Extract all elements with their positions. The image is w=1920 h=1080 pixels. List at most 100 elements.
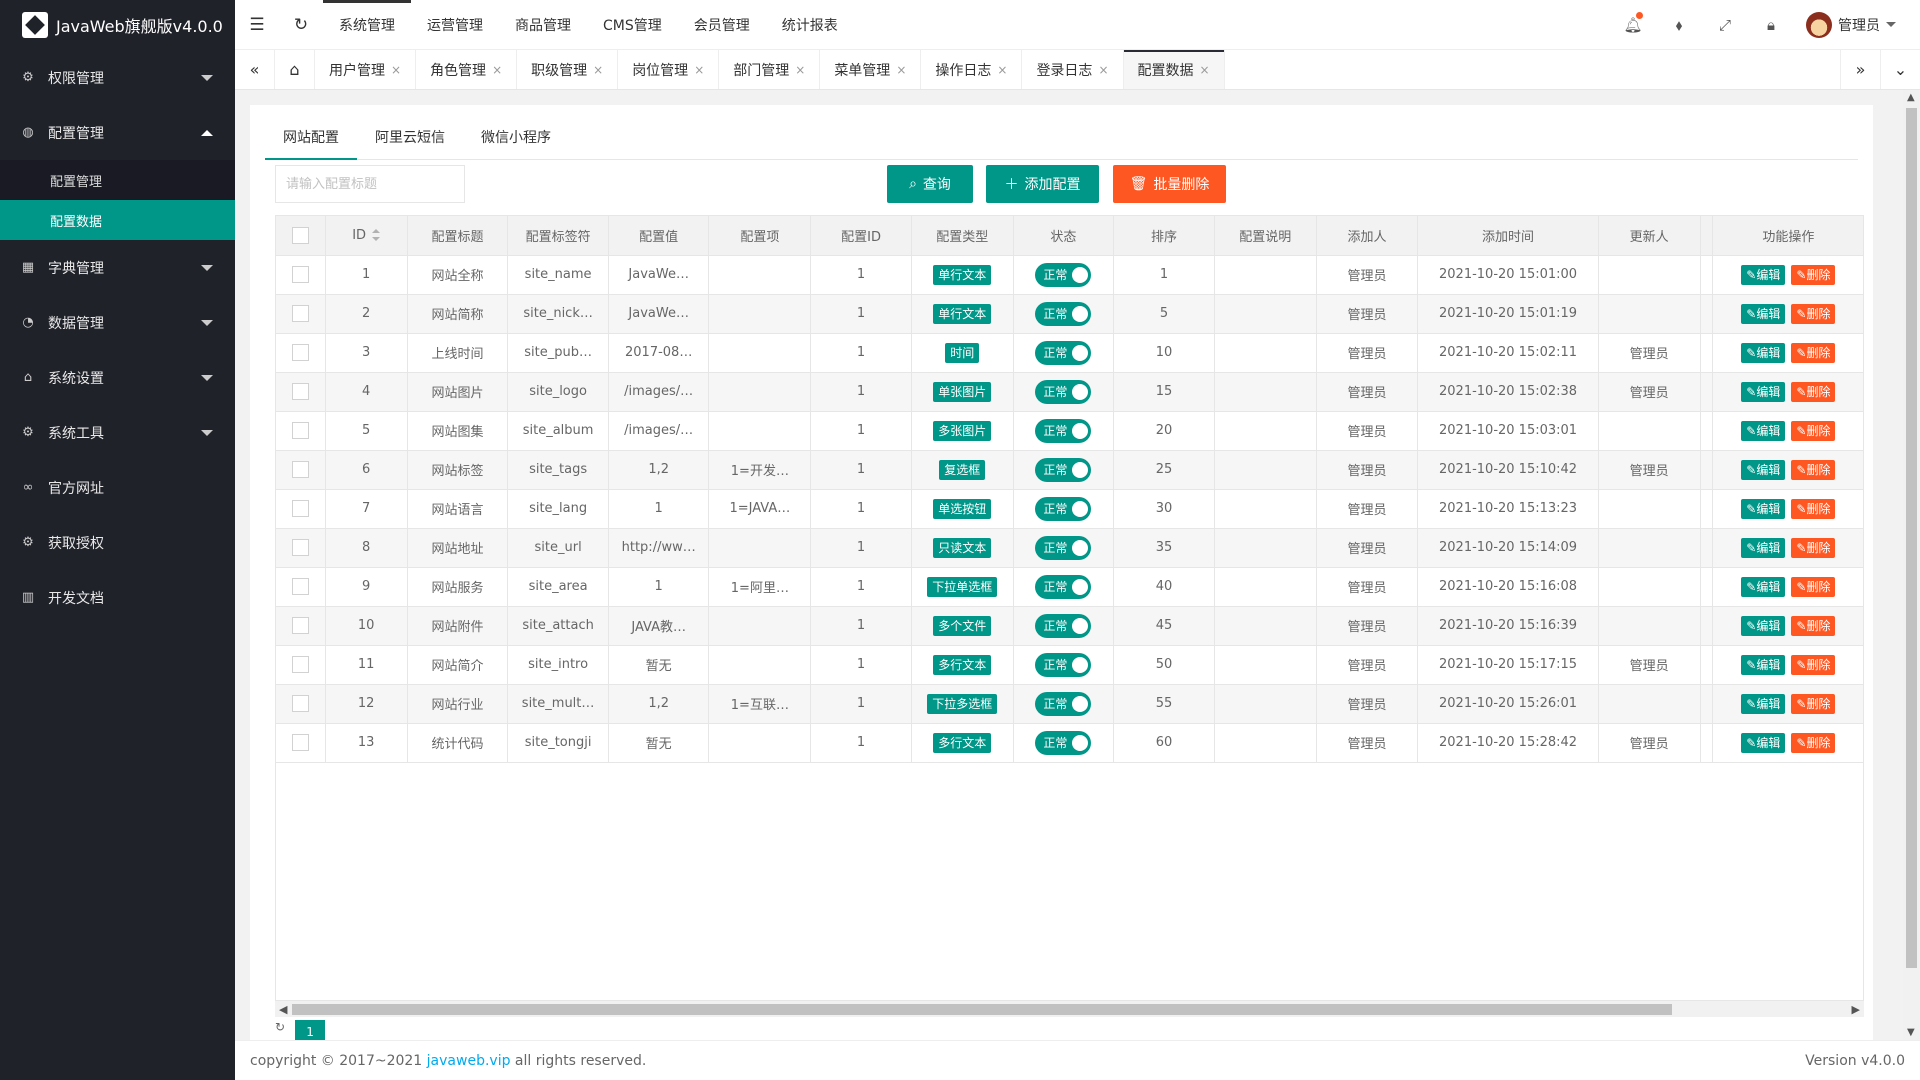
status-toggle[interactable]: 正常 xyxy=(1035,340,1092,365)
page-tab[interactable]: 菜单管理 × xyxy=(820,50,922,89)
close-icon[interactable]: × xyxy=(593,63,603,77)
sidebar-item[interactable]: ◔ 数据管理 xyxy=(0,295,235,350)
close-icon[interactable]: × xyxy=(795,63,805,77)
sidebar-subitem[interactable]: 配置管理 xyxy=(0,160,235,200)
close-icon[interactable]: × xyxy=(896,63,906,77)
edit-button[interactable]: ✎编辑 xyxy=(1741,732,1786,753)
sidebar-item[interactable]: ⚙ 权限管理 xyxy=(0,50,235,105)
vertical-scrollbar[interactable]: ▲ ▼ xyxy=(1903,90,1920,1040)
sidebar-item[interactable]: ⚙ 获取授权 xyxy=(0,515,235,570)
row-checkbox[interactable] xyxy=(291,266,309,283)
home-tab-icon[interactable]: ⌂ xyxy=(275,50,315,89)
app-logo[interactable]: JavaWeb旗舰版v4.0.0 xyxy=(0,0,235,50)
refresh-icon[interactable]: ↻ xyxy=(279,15,323,35)
tabs-scroll-right-icon[interactable]: » xyxy=(1840,50,1880,89)
status-toggle[interactable]: 正常 xyxy=(1035,262,1092,287)
delete-button[interactable]: ✎删除 xyxy=(1791,498,1836,519)
content-tab[interactable]: 阿里云短信 xyxy=(357,115,463,159)
site-link[interactable]: javaweb.vip xyxy=(427,1053,511,1069)
edit-button[interactable]: ✎编辑 xyxy=(1741,459,1786,480)
delete-button[interactable]: ✎删除 xyxy=(1791,420,1836,441)
batch-delete-button[interactable]: 🗑︎ 批量删除 xyxy=(1113,165,1226,203)
delete-button[interactable]: ✎删除 xyxy=(1791,303,1836,324)
scroll-up-icon[interactable]: ▲ xyxy=(1907,92,1915,103)
delete-button[interactable]: ✎删除 xyxy=(1791,537,1836,558)
page-tab[interactable]: 配置数据 × xyxy=(1123,50,1225,89)
pager-refresh-icon[interactable]: ↻ xyxy=(275,1020,285,1034)
add-config-button[interactable]: ＋ 添加配置 xyxy=(986,165,1099,203)
delete-button[interactable]: ✎删除 xyxy=(1791,264,1836,285)
edit-button[interactable]: ✎编辑 xyxy=(1741,654,1786,675)
scroll-right-icon[interactable]: ▶ xyxy=(1852,1003,1860,1016)
delete-button[interactable]: ✎删除 xyxy=(1791,693,1836,714)
page-tab[interactable]: 岗位管理 × xyxy=(618,50,720,89)
page-tab[interactable]: 操作日志 × xyxy=(921,50,1023,89)
edit-button[interactable]: ✎编辑 xyxy=(1741,381,1786,402)
menu-toggle-icon[interactable]: ☰ xyxy=(235,15,279,35)
edit-button[interactable]: ✎编辑 xyxy=(1741,420,1786,441)
top-menu-item[interactable]: 系统管理 xyxy=(323,0,411,50)
delete-button[interactable]: ✎删除 xyxy=(1791,381,1836,402)
row-checkbox[interactable] xyxy=(291,539,309,556)
row-checkbox[interactable] xyxy=(291,734,309,751)
delete-button[interactable]: ✎删除 xyxy=(1791,732,1836,753)
sidebar-subitem[interactable]: 配置数据 xyxy=(0,200,235,240)
top-menu-item[interactable]: 会员管理 xyxy=(678,0,766,50)
top-menu-item[interactable]: CMS管理 xyxy=(587,0,678,50)
delete-button[interactable]: ✎删除 xyxy=(1791,654,1836,675)
edit-button[interactable]: ✎编辑 xyxy=(1741,615,1786,636)
status-toggle[interactable]: 正常 xyxy=(1035,730,1092,755)
row-checkbox[interactable] xyxy=(291,500,309,517)
close-icon[interactable]: × xyxy=(1200,63,1210,77)
sidebar-item[interactable]: ▦ 字典管理 xyxy=(0,240,235,295)
close-icon[interactable]: × xyxy=(1098,63,1108,77)
edit-button[interactable]: ✎编辑 xyxy=(1741,576,1786,597)
horizontal-scrollbar[interactable]: ◀ ▶ xyxy=(275,1000,1864,1017)
query-button[interactable]: ⌕ 查询 xyxy=(887,165,973,203)
select-all-checkbox[interactable] xyxy=(291,226,309,244)
delete-button[interactable]: ✎删除 xyxy=(1791,459,1836,480)
row-checkbox[interactable] xyxy=(291,617,309,634)
row-checkbox[interactable] xyxy=(291,305,309,322)
status-toggle[interactable]: 正常 xyxy=(1035,574,1092,599)
content-tab[interactable]: 微信小程序 xyxy=(463,115,569,159)
top-menu-item[interactable]: 商品管理 xyxy=(499,0,587,50)
sort-icon[interactable] xyxy=(372,229,381,242)
close-icon[interactable]: × xyxy=(391,63,401,77)
row-checkbox[interactable] xyxy=(291,461,309,478)
close-icon[interactable]: × xyxy=(492,63,502,77)
status-toggle[interactable]: 正常 xyxy=(1035,301,1092,326)
page-tab[interactable]: 用户管理 × xyxy=(315,50,417,89)
top-menu-item[interactable]: 统计报表 xyxy=(766,0,854,50)
sidebar-item[interactable]: ⌂ 系统设置 xyxy=(0,350,235,405)
scroll-down-icon[interactable]: ▼ xyxy=(1907,1027,1915,1038)
row-checkbox[interactable] xyxy=(291,422,309,439)
sidebar-item[interactable]: ∞ 官方网址 xyxy=(0,460,235,515)
status-toggle[interactable]: 正常 xyxy=(1035,418,1092,443)
delete-button[interactable]: ✎删除 xyxy=(1791,342,1836,363)
close-icon[interactable]: × xyxy=(997,63,1007,77)
edit-button[interactable]: ✎编辑 xyxy=(1741,693,1786,714)
delete-button[interactable]: ✎删除 xyxy=(1791,615,1836,636)
status-toggle[interactable]: 正常 xyxy=(1035,496,1092,521)
status-toggle[interactable]: 正常 xyxy=(1035,379,1092,404)
sidebar-item[interactable]: ▥ 开发文档 xyxy=(0,570,235,625)
notification-bell-icon[interactable]: 🔔︎ xyxy=(1610,11,1656,34)
sidebar-item[interactable]: ◍ 配置管理 xyxy=(0,105,235,160)
tabs-dropdown-icon[interactable]: ⌄ xyxy=(1880,50,1920,89)
top-menu-item[interactable]: 运营管理 xyxy=(411,0,499,50)
row-checkbox[interactable] xyxy=(291,656,309,673)
fullscreen-icon[interactable]: ⤢ xyxy=(1702,16,1748,34)
row-checkbox[interactable] xyxy=(291,695,309,712)
edit-button[interactable]: ✎编辑 xyxy=(1741,264,1786,285)
table-header[interactable]: ID xyxy=(325,216,408,256)
page-tab[interactable]: 部门管理 × xyxy=(719,50,821,89)
content-tab[interactable]: 网站配置 xyxy=(265,115,357,160)
row-checkbox[interactable] xyxy=(291,383,309,400)
page-current[interactable]: 1 xyxy=(295,1020,326,1040)
status-toggle[interactable]: 正常 xyxy=(1035,691,1092,716)
scrollbar-thumb[interactable] xyxy=(292,1004,1672,1015)
sidebar-item[interactable]: ⚙ 系统工具 xyxy=(0,405,235,460)
tag-icon[interactable]: ⬧ xyxy=(1656,16,1702,34)
page-tab[interactable]: 角色管理 × xyxy=(416,50,518,89)
